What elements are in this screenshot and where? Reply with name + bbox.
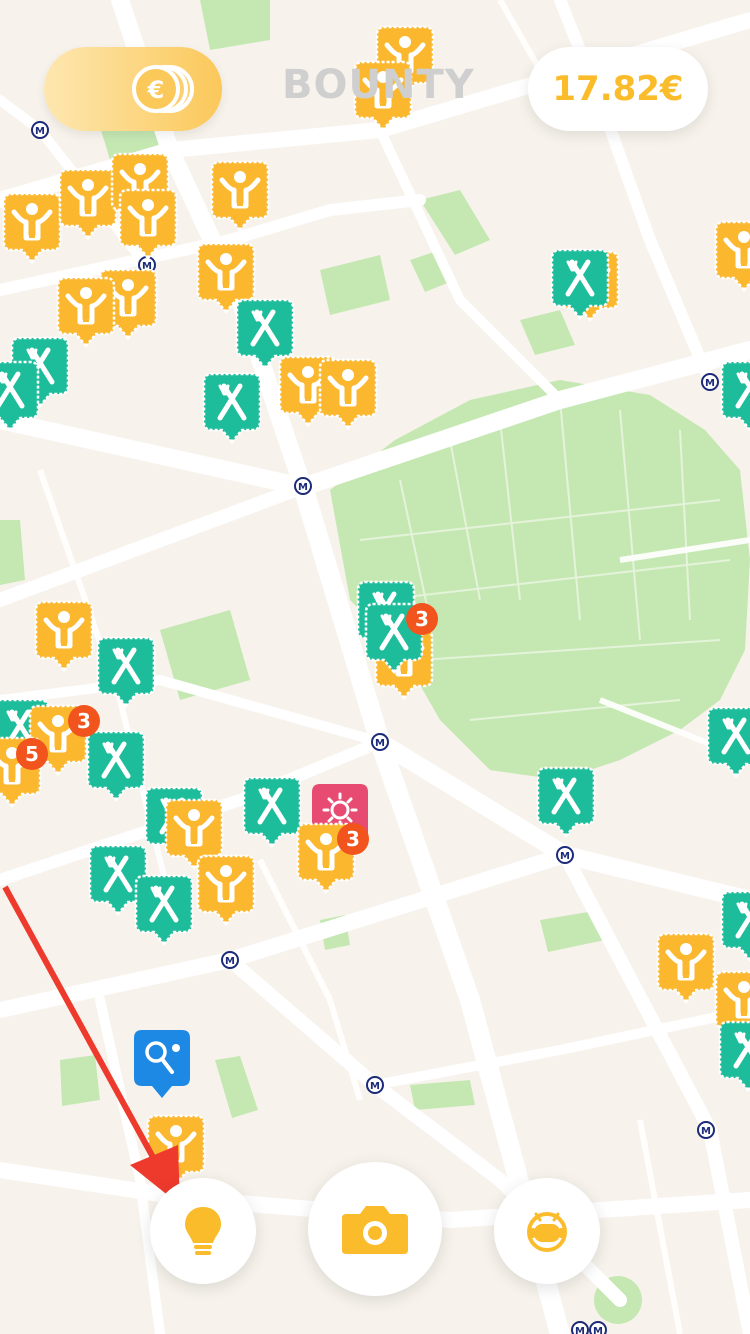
- cluster-count: 3: [77, 709, 91, 733]
- bounty-marker[interactable]: [198, 856, 254, 924]
- bounty-marker[interactable]: [36, 602, 92, 670]
- metro-symbol: M: [575, 1326, 585, 1334]
- camera-icon: [342, 1206, 408, 1254]
- cluster-count-badge[interactable]: 3: [337, 823, 369, 855]
- cluster-count: 3: [346, 827, 360, 851]
- restaurant-marker[interactable]: [204, 374, 260, 442]
- metro-station-icon[interactable]: M: [589, 1321, 607, 1334]
- cluster-count: 3: [415, 607, 429, 631]
- metro-symbol: M: [375, 738, 385, 749]
- metro-symbol: M: [560, 851, 570, 862]
- astronaut-helmet-icon: [527, 1212, 567, 1252]
- currency-toggle-button[interactable]: €: [44, 47, 222, 131]
- metro-symbol: M: [593, 1326, 603, 1334]
- restaurant-marker[interactable]: [722, 362, 750, 430]
- restaurant-marker[interactable]: [88, 732, 144, 800]
- bounty-marker[interactable]: [320, 360, 376, 428]
- restaurant-marker[interactable]: [722, 892, 750, 960]
- metro-station-icon[interactable]: M: [294, 477, 312, 495]
- metro-symbol: M: [298, 482, 308, 493]
- restaurant-marker[interactable]: [244, 778, 300, 846]
- bounty-marker[interactable]: [4, 194, 60, 262]
- cluster-count: 5: [25, 742, 39, 766]
- top-bar: € BOUNTY 17.82€: [0, 0, 750, 150]
- metro-symbol: M: [370, 1081, 380, 1092]
- bounty-marker[interactable]: [60, 170, 116, 238]
- metro-station-icon[interactable]: M: [697, 1121, 715, 1139]
- restaurant-marker[interactable]: [708, 708, 750, 776]
- profile-button[interactable]: [494, 1178, 600, 1284]
- metro-symbol: M: [225, 956, 235, 967]
- lightbulb-icon: [185, 1207, 221, 1255]
- metro-station-icon[interactable]: M: [371, 733, 389, 751]
- metro-station-icon[interactable]: M: [701, 373, 719, 391]
- cluster-count-badge[interactable]: 5: [16, 738, 48, 770]
- bounty-marker[interactable]: [148, 1116, 204, 1184]
- bounty-marker[interactable]: [658, 934, 714, 1002]
- metro-symbol: M: [705, 378, 715, 389]
- balance-button[interactable]: 17.82€: [528, 47, 708, 131]
- bounty-marker[interactable]: [716, 222, 750, 290]
- metro-station-icon[interactable]: M: [571, 1321, 589, 1334]
- metro-station-icon[interactable]: M: [221, 951, 239, 969]
- cluster-count-badge[interactable]: 3: [406, 603, 438, 635]
- euro-symbol: €: [147, 76, 165, 104]
- sports-marker[interactable]: [132, 1028, 192, 1100]
- restaurant-marker[interactable]: [136, 876, 192, 944]
- mode-title: BOUNTY: [282, 62, 475, 108]
- bounty-marker[interactable]: [58, 278, 114, 346]
- map[interactable]: MMMMMMMMMM M 3353: [0, 0, 750, 1334]
- metro-symbol: M: [701, 1126, 711, 1137]
- restaurant-marker[interactable]: [720, 1022, 750, 1090]
- restaurant-marker[interactable]: [98, 638, 154, 706]
- restaurant-marker[interactable]: [538, 768, 594, 836]
- camera-button[interactable]: [308, 1162, 442, 1296]
- tips-button[interactable]: [150, 1178, 256, 1284]
- cluster-count-badge[interactable]: 3: [68, 705, 100, 737]
- metro-station-icon[interactable]: M: [366, 1076, 384, 1094]
- coins-icon: €: [132, 65, 194, 113]
- metro-station-icon[interactable]: M: [556, 846, 574, 864]
- bounty-marker[interactable]: [212, 162, 268, 230]
- balance-amount: 17.82€: [552, 69, 684, 109]
